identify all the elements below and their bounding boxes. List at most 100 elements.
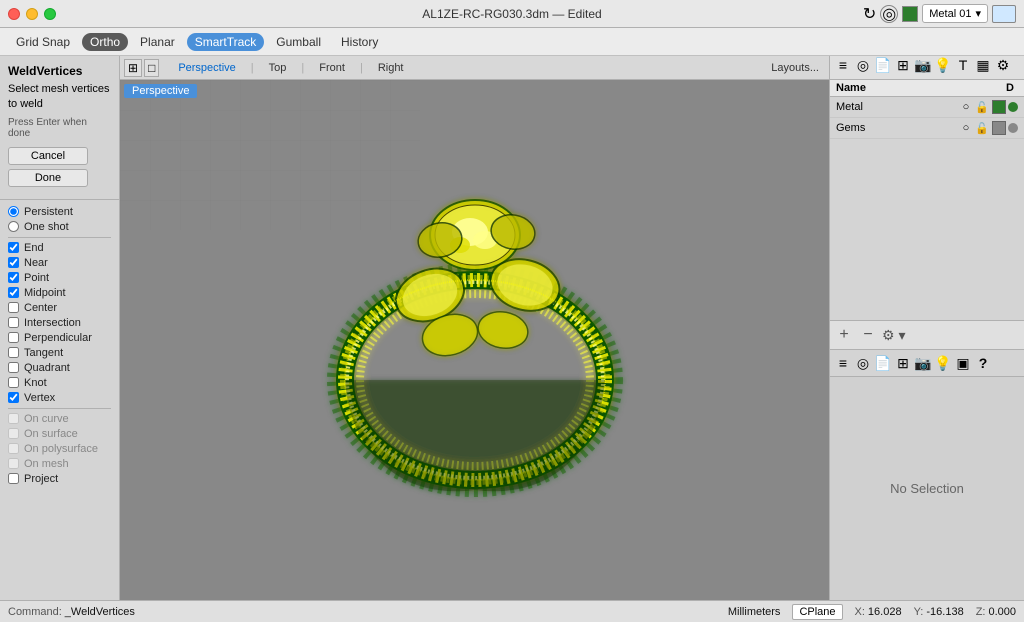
add-layer-button[interactable]: + — [834, 325, 854, 345]
on-mesh-checkbox[interactable] — [8, 458, 19, 469]
menubar: Grid Snap Ortho Planar SmartTrack Gumbal… — [0, 28, 1024, 56]
hatch-icon[interactable]: ▦ — [974, 56, 992, 74]
midpoint-checkbox[interactable] — [8, 287, 19, 298]
prop-doc-icon[interactable]: 📄 — [874, 354, 892, 372]
center-checkbox[interactable] — [8, 302, 19, 313]
snap-project[interactable]: Project — [8, 473, 111, 485]
snap-end[interactable]: End — [8, 242, 111, 254]
menu-gumball[interactable]: Gumball — [268, 33, 329, 51]
snap-on-mesh[interactable]: On mesh — [8, 458, 111, 470]
snap-knot[interactable]: Knot — [8, 377, 111, 389]
panel-toggle[interactable] — [992, 5, 1016, 23]
camera-icon[interactable]: 📷 — [914, 56, 932, 74]
snap-on-curve[interactable]: On curve — [8, 413, 111, 425]
cplane-button[interactable]: CPlane — [792, 604, 842, 620]
snap-divider-2 — [8, 408, 111, 409]
document-icon[interactable]: 📄 — [874, 56, 892, 74]
layer-metal[interactable]: Metal ○ 🔓 — [830, 97, 1024, 118]
3d-viewport[interactable]: Perspective — [120, 80, 829, 600]
quadrant-checkbox[interactable] — [8, 362, 19, 373]
viewport-area: ⊞ □ Perspective | Top | Front | Right La… — [120, 56, 829, 600]
snap-tangent[interactable]: Tangent — [8, 347, 111, 359]
layer-metal-lock[interactable]: 🔓 — [974, 101, 990, 114]
snap-center[interactable]: Center — [8, 302, 111, 314]
tab-front[interactable]: Front — [306, 59, 358, 77]
remove-layer-button[interactable]: − — [858, 325, 878, 345]
near-checkbox[interactable] — [8, 257, 19, 268]
snap-on-polysurface[interactable]: On polysurface — [8, 443, 111, 455]
prop-light-icon[interactable]: 💡 — [934, 354, 952, 372]
layer-gems-vis[interactable]: ○ — [958, 122, 974, 134]
snap-midpoint[interactable]: Midpoint — [8, 287, 111, 299]
viewport-single-icon[interactable]: □ — [144, 59, 159, 77]
prop-render-icon[interactable]: ◎ — [854, 354, 872, 372]
grid3-icon[interactable]: ⊞ — [894, 56, 912, 74]
y-label: Y: — [914, 606, 924, 618]
snap-on-surface[interactable]: On surface — [8, 428, 111, 440]
layers-list: Metal ○ 🔓 Gems ○ 🔓 — [830, 97, 1024, 320]
tab-top[interactable]: Top — [256, 59, 300, 77]
cancel-button[interactable]: Cancel — [8, 147, 88, 165]
close-button[interactable] — [8, 8, 20, 20]
snap-oneshot[interactable]: One shot — [8, 221, 111, 233]
settings-icon[interactable]: ⚙ — [994, 56, 1012, 74]
command-section: WeldVertices Select mesh vertices to wel… — [0, 56, 119, 200]
on-polysurface-checkbox[interactable] — [8, 443, 19, 454]
light-icon[interactable]: 💡 — [934, 56, 952, 74]
perpendicular-checkbox[interactable] — [8, 332, 19, 343]
titlebar-right: ↻ ◎ Metal 01 ▾ — [863, 4, 1016, 24]
menu-ortho[interactable]: Ortho — [82, 33, 128, 51]
prop-cam-icon[interactable]: 📷 — [914, 354, 932, 372]
intersection-checkbox[interactable] — [8, 317, 19, 328]
render-icon[interactable]: ◎ — [854, 56, 872, 74]
prop-grid-icon[interactable]: ⊞ — [894, 354, 912, 372]
vertex-checkbox[interactable] — [8, 392, 19, 403]
maximize-button[interactable] — [44, 8, 56, 20]
layouts-button[interactable]: Layouts... — [765, 60, 825, 76]
command-description: Select mesh vertices to weld — [8, 82, 111, 113]
layer-metal-color[interactable] — [992, 100, 1006, 114]
snap-quadrant[interactable]: Quadrant — [8, 362, 111, 374]
tab-right[interactable]: Right — [365, 59, 417, 77]
snap-perpendicular[interactable]: Perpendicular — [8, 332, 111, 344]
tangent-checkbox[interactable] — [8, 347, 19, 358]
menu-grid-snap[interactable]: Grid Snap — [8, 33, 78, 51]
snap-vertex[interactable]: Vertex — [8, 392, 111, 404]
layer-gems[interactable]: Gems ○ 🔓 — [830, 118, 1024, 139]
layer-settings-button[interactable]: ⚙ ▾ — [882, 327, 905, 344]
on-curve-checkbox[interactable] — [8, 413, 19, 424]
on-surface-checkbox[interactable] — [8, 428, 19, 439]
layer-metal-vis[interactable]: ○ — [958, 101, 974, 113]
oneshot-label: One shot — [24, 221, 69, 233]
snap-intersection[interactable]: Intersection — [8, 317, 111, 329]
menu-planar[interactable]: Planar — [132, 33, 183, 51]
color-swatch[interactable] — [902, 6, 918, 22]
knot-checkbox[interactable] — [8, 377, 19, 388]
menu-smarttrack[interactable]: SmartTrack — [187, 33, 265, 51]
point-checkbox[interactable] — [8, 272, 19, 283]
snap-point[interactable]: Point — [8, 272, 111, 284]
d-col-header: D — [1002, 82, 1018, 94]
oneshot-radio[interactable] — [8, 221, 19, 232]
snap-persistent[interactable]: Persistent — [8, 206, 111, 218]
minimize-button[interactable] — [26, 8, 38, 20]
project-checkbox[interactable] — [8, 473, 19, 484]
left-panel: WeldVertices Select mesh vertices to wel… — [0, 56, 120, 600]
snap-near[interactable]: Near — [8, 257, 111, 269]
done-button[interactable]: Done — [8, 169, 88, 187]
menu-history[interactable]: History — [333, 33, 386, 51]
persistent-radio[interactable] — [8, 206, 19, 217]
prop-layers-icon[interactable]: ≡ — [834, 354, 852, 372]
prop-tag-icon[interactable]: ▣ — [954, 354, 972, 372]
prop-help-icon[interactable]: ? — [974, 354, 992, 372]
annotation-icon[interactable]: T — [954, 56, 972, 74]
end-checkbox[interactable] — [8, 242, 19, 253]
sync-icon[interactable]: ↻ — [863, 4, 876, 24]
layers-icon[interactable]: ≡ — [834, 56, 852, 74]
material-dropdown[interactable]: Metal 01 ▾ — [922, 4, 988, 23]
viewport-grid-icon[interactable]: ⊞ — [124, 59, 142, 77]
layer-gems-lock[interactable]: 🔓 — [974, 122, 990, 135]
target-icon[interactable]: ◎ — [880, 5, 898, 23]
layer-gems-color[interactable] — [992, 121, 1006, 135]
tab-perspective[interactable]: Perspective — [165, 59, 248, 77]
